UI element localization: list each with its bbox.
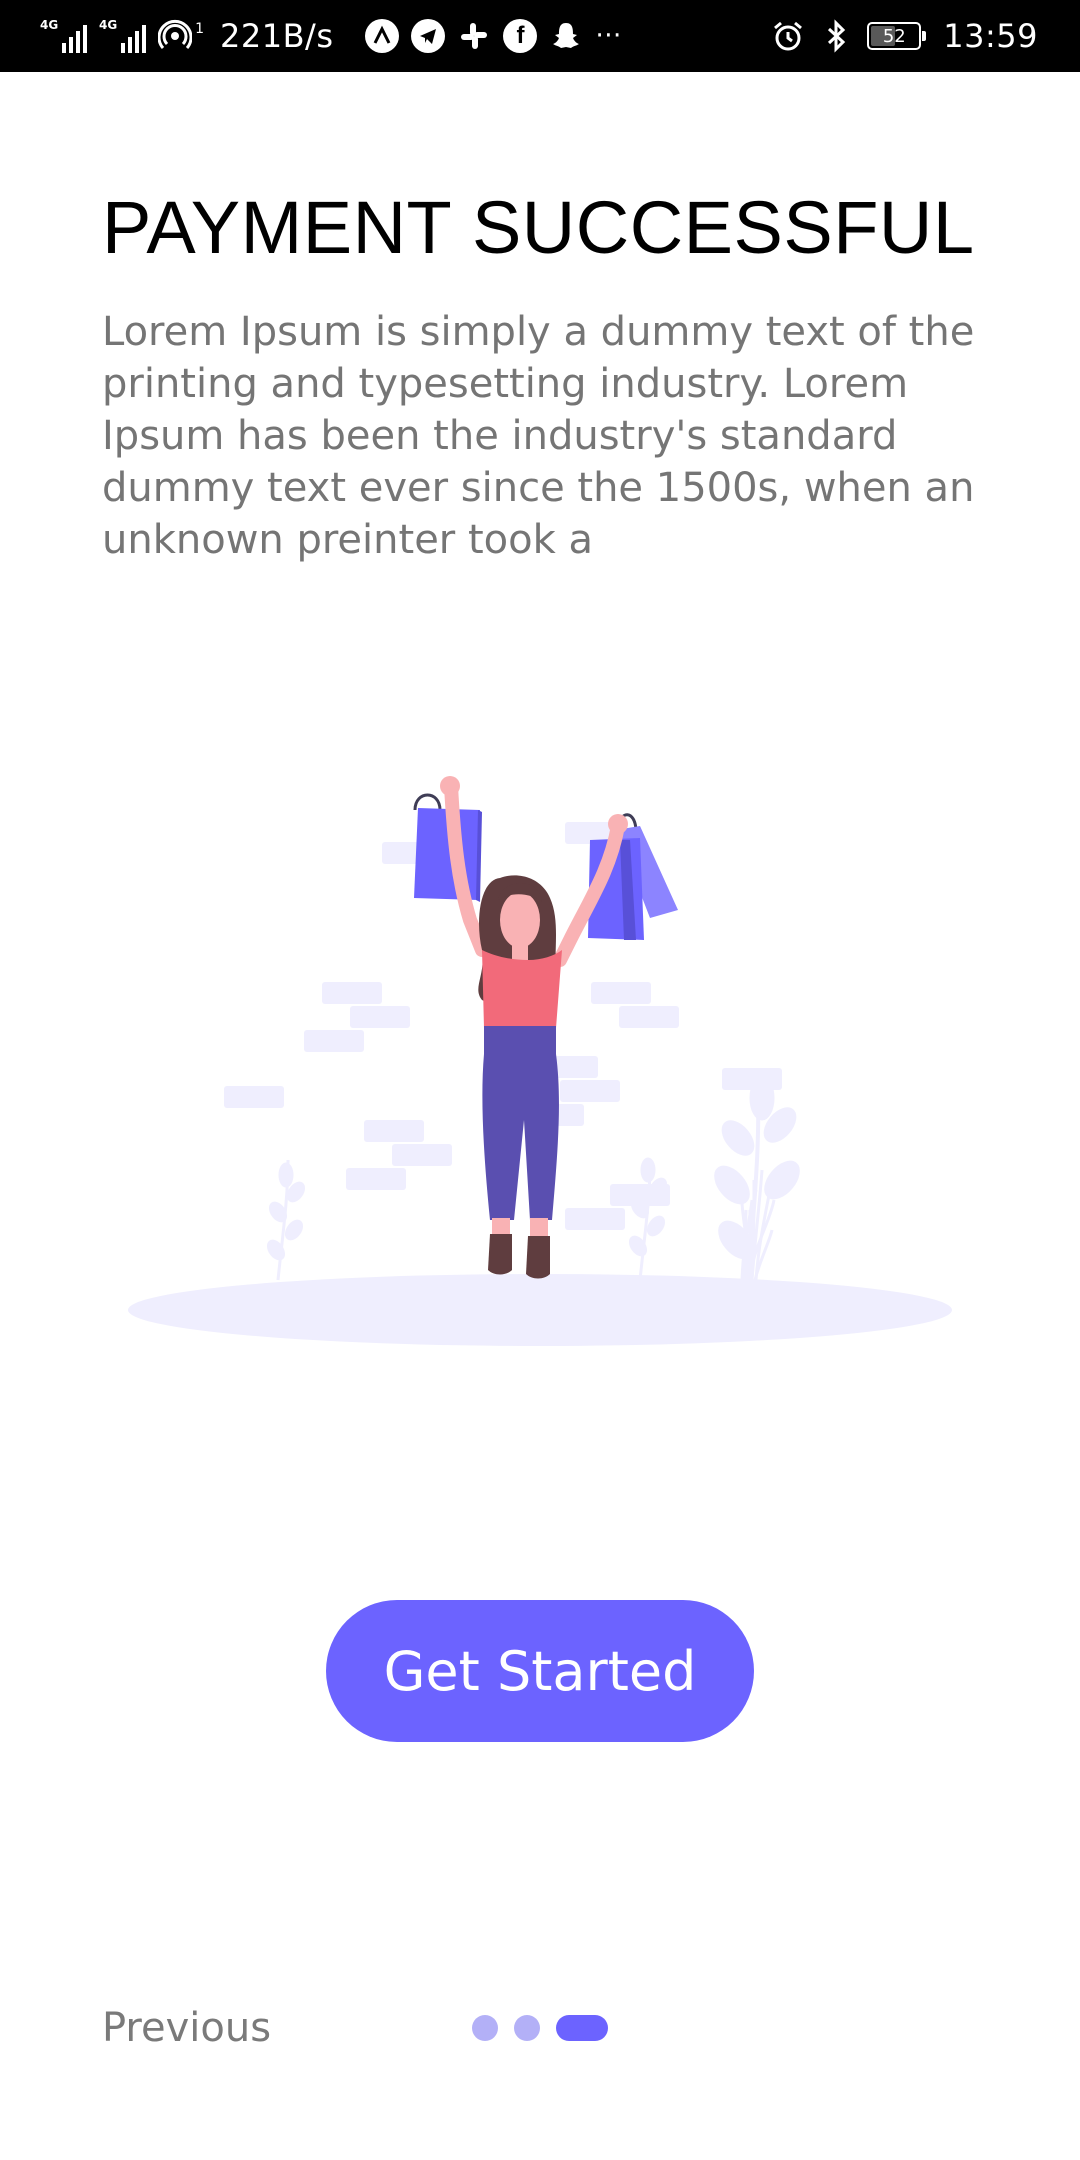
battery-level: 52 [882, 25, 906, 47]
status-bar-left: 4G 4G 1 221B/s f ··· [40, 0, 622, 72]
status-bar-right: 52 13:59 [771, 0, 1038, 72]
page-title: PAYMENT SUCCESSFUL [102, 186, 975, 269]
page-description: Lorem Ipsum is simply a dummy text of th… [102, 309, 975, 563]
hotspot-badge: 1 [195, 21, 204, 37]
page-indicator [472, 2015, 608, 2041]
more-notifications-icon: ··· [595, 21, 622, 51]
network-type-label: 4G [40, 18, 59, 32]
snapchat-icon [549, 19, 583, 53]
page-indicator-dot-active[interactable] [556, 2015, 608, 2041]
battery-icon: 52 [867, 22, 927, 50]
previous-button[interactable]: Previous [102, 1998, 271, 2058]
network-type-2-label: 4G [99, 18, 118, 32]
network-speed: 221B/s [220, 17, 334, 55]
get-started-button[interactable]: Get Started [326, 1600, 754, 1742]
alarm-icon [771, 19, 805, 53]
page-indicator-dot[interactable] [472, 2015, 498, 2041]
hotspot-icon: 1 [158, 19, 204, 53]
page-indicator-dot[interactable] [514, 2015, 540, 2041]
signal-strength-2-icon: 4G [99, 19, 146, 53]
telegram-icon [411, 19, 446, 53]
bluetooth-icon [819, 19, 853, 53]
clock-time: 13:59 [943, 17, 1038, 55]
signal-strength-icon: 4G [40, 19, 87, 53]
slack-icon [457, 19, 491, 53]
onboarding-screen: 4G 4G 1 221B/s f ··· 52 13:59 PAYMENT SU… [0, 0, 1080, 2160]
shopping-woman-illustration [128, 776, 952, 1346]
facebook-icon: f [503, 19, 538, 53]
status-bar: 4G 4G 1 221B/s f ··· 52 13:59 [0, 0, 1080, 72]
app-a-icon [365, 19, 400, 53]
